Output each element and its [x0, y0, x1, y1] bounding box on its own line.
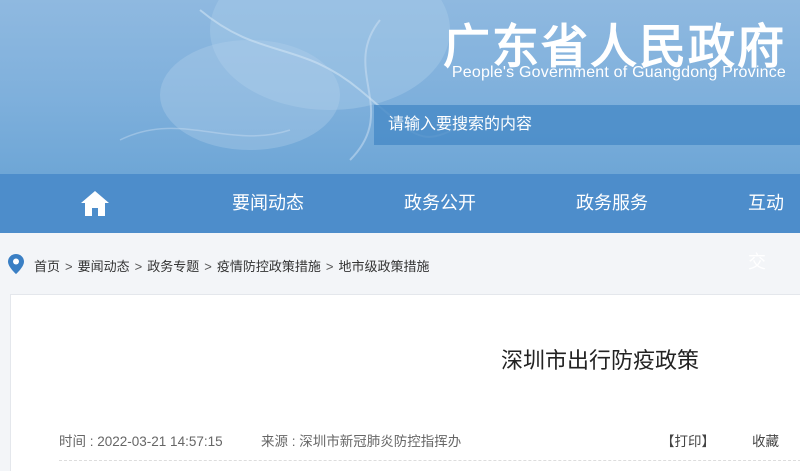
breadcrumb-separator: > [325, 259, 334, 274]
nav-item-news[interactable]: 要闻动态 [232, 174, 304, 233]
print-button[interactable]: 【打印】 [661, 430, 715, 450]
main-nav: 要闻动态 政务公开 政务服务 互动交 [0, 174, 800, 272]
breadcrumb-topics[interactable]: 政务专题 [147, 259, 199, 274]
breadcrumb-city-policies[interactable]: 地市级政策措施 [338, 259, 429, 274]
divider [59, 460, 800, 461]
article-time: 时间 : 2022-03-21 14:57:15 [59, 434, 223, 449]
breadcrumb-epidemic-policies[interactable]: 疫情防控政策措施 [217, 259, 321, 274]
nav-item-gov-services[interactable]: 政务服务 [576, 174, 648, 233]
breadcrumb-separator: > [65, 259, 73, 274]
site-subtitle: People's Government of Guangdong Provinc… [451, 64, 786, 81]
favorite-button[interactable]: 收藏 [752, 430, 779, 450]
breadcrumb-news[interactable]: 要闻动态 [78, 259, 130, 274]
search-input[interactable]: 请输入要搜索的内容 [374, 105, 800, 145]
breadcrumb-separator: > [204, 259, 212, 274]
article-panel: 深圳市出行防疫政策 时间 : 2022-03-21 14:57:15 来源 : … [10, 294, 800, 471]
breadcrumb-home[interactable]: 首页 [34, 259, 60, 274]
nav-item-interaction[interactable]: 互动交 [748, 174, 800, 272]
article-title: 深圳市出行防疫政策 [501, 348, 700, 373]
breadcrumb: 首页 > 要闻动态 > 政务专题 > 疫情防控政策措施 > 地市级政策措施 [0, 247, 800, 281]
home-icon[interactable] [80, 190, 110, 217]
location-pin-icon [8, 254, 24, 274]
breadcrumb-separator: > [134, 259, 143, 274]
header-banner: 广东省人民政府 People's Government of Guangdong… [0, 0, 800, 174]
article-source: 来源 : 深圳市新冠肺炎防控指挥办 [261, 434, 462, 449]
nav-item-gov-affairs-open[interactable]: 政务公开 [404, 174, 476, 233]
